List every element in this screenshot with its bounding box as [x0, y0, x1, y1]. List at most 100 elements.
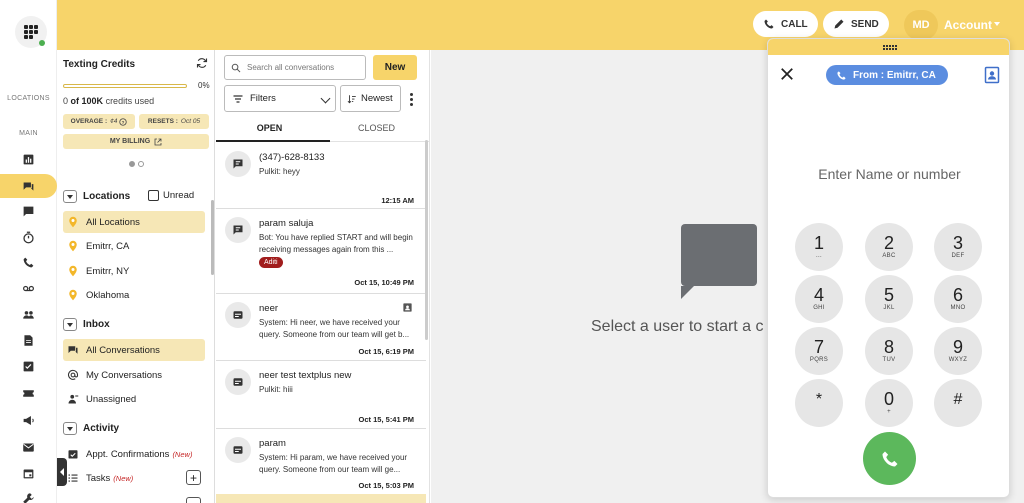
inbox-section-header[interactable]: Inbox	[63, 318, 110, 331]
timer-icon[interactable]	[22, 231, 35, 244]
voicemail-icon[interactable]	[22, 282, 35, 295]
help-icon[interactable]: ?	[119, 117, 128, 126]
dial-key-7[interactable]: 7 PQRS	[795, 327, 843, 375]
dial-key-2[interactable]: 2 ABC	[865, 223, 913, 271]
dial-key-4[interactable]: 4 GHI	[795, 275, 843, 323]
activity-item-tasks[interactable]: Tasks (New)	[63, 467, 205, 489]
activity-item-label: Tasks	[86, 472, 111, 484]
wrench-icon[interactable]	[22, 492, 35, 503]
people-icon[interactable]	[22, 308, 35, 321]
dial-key-hash[interactable]: #	[934, 379, 982, 427]
chevron-down-icon[interactable]	[63, 422, 77, 435]
contact-card-icon[interactable]	[402, 302, 413, 313]
filters-dropdown[interactable]: Filters	[224, 85, 336, 112]
credits-progress-bar	[63, 84, 187, 88]
conversation-time: Oct 15, 5:41 PM	[358, 415, 414, 424]
add-button-partial[interactable]	[186, 497, 201, 503]
my-billing-button[interactable]: MY BILLING	[63, 134, 209, 149]
dial-key-star[interactable]: *	[795, 379, 843, 427]
conversation-item[interactable]: (347)-628-8133 Pulkit: heyy 12:15 AM	[216, 143, 426, 209]
calendar-icon[interactable]	[22, 467, 35, 480]
dial-key-0[interactable]: 0 +	[865, 379, 913, 427]
nav-scrollbar[interactable]	[211, 200, 214, 275]
pager-dot[interactable]	[138, 161, 144, 167]
dial-key-letters: TUV	[882, 356, 896, 363]
dial-key-3[interactable]: 3 DEF	[934, 223, 982, 271]
inbox-item-unassigned[interactable]: Unassigned	[63, 388, 205, 410]
conversation-item[interactable]: param saluja Bot: You have replied START…	[216, 209, 426, 294]
conversations-scrollbar[interactable]	[425, 140, 428, 340]
credits-pager[interactable]	[129, 161, 144, 167]
phone-icon[interactable]	[22, 256, 35, 269]
selected-conversation-strip[interactable]	[216, 494, 426, 503]
conversation-item[interactable]: param System: Hi param, we have received…	[216, 429, 426, 495]
new-tag: (New)	[172, 449, 193, 459]
chevron-down-icon[interactable]	[63, 318, 77, 331]
activity-item-appt-confirmations[interactable]: Appt. Confirmations (New)	[63, 443, 205, 465]
megaphone-icon[interactable]	[22, 414, 35, 427]
close-icon[interactable]	[780, 67, 794, 81]
location-item-oklahoma[interactable]: Oklahoma	[63, 284, 205, 306]
message-icon[interactable]	[22, 205, 35, 218]
location-label: All Locations	[86, 216, 140, 228]
call-button[interactable]: CALL	[753, 11, 818, 37]
sort-dropdown[interactable]: Newest	[340, 85, 401, 112]
conversation-time: Oct 15, 5:03 PM	[358, 481, 414, 490]
document-icon[interactable]	[22, 334, 35, 347]
dial-key-9[interactable]: 9 WXYZ	[934, 327, 982, 375]
dial-key-5[interactable]: 5 JKL	[865, 275, 913, 323]
resets-chip: RESETS : Oct 05	[139, 114, 209, 129]
dial-key-8[interactable]: 8 TUV	[865, 327, 913, 375]
inbox-item-my-conversations[interactable]: My Conversations	[63, 364, 205, 386]
user-avatar[interactable]: MD	[904, 10, 938, 40]
chevron-down-icon[interactable]	[994, 22, 1000, 26]
conversation-item[interactable]: neer System: Hi neer, we have received y…	[216, 294, 426, 361]
dashboard-icon[interactable]	[22, 153, 35, 166]
pager-dot[interactable]	[129, 161, 135, 167]
inbox-item-label: My Conversations	[86, 369, 163, 381]
chat-icon[interactable]	[22, 180, 35, 193]
overage-chip: OVERAGE : ¢4 ?	[63, 114, 135, 129]
add-task-button[interactable]: +	[186, 470, 201, 485]
account-menu[interactable]: Account	[944, 18, 992, 32]
conversation-item[interactable]: neer test textplus new Pulkit: hiii Oct …	[216, 361, 426, 429]
dial-call-button[interactable]	[863, 432, 916, 485]
dial-key-6[interactable]: 6 MNO	[934, 275, 982, 323]
dial-number-input[interactable]	[788, 166, 991, 182]
location-item-emitrr-ca[interactable]: Emitrr, CA	[63, 235, 205, 257]
collapse-panel-handle[interactable]	[57, 458, 67, 486]
tab-open[interactable]: OPEN	[216, 123, 323, 133]
unread-checkbox[interactable]: Unread	[148, 190, 194, 201]
dial-key-letters: +	[887, 408, 891, 415]
tab-underline	[216, 140, 330, 142]
dial-key-1[interactable]: 1...	[795, 223, 843, 271]
search-box[interactable]	[224, 55, 366, 80]
chevron-down-icon[interactable]	[63, 190, 77, 203]
send-button-label: SEND	[851, 18, 879, 30]
app-logo[interactable]	[15, 16, 47, 48]
location-item-emitrr-ny[interactable]: Emitrr, NY	[63, 260, 205, 282]
sync-icon[interactable]	[196, 57, 208, 69]
locations-section-header[interactable]: Locations	[63, 190, 130, 203]
ticket-icon[interactable]	[22, 387, 35, 400]
activity-section-header[interactable]: Activity	[63, 422, 119, 435]
inbox-item-all-conversations[interactable]: All Conversations	[63, 339, 205, 361]
credits-used-text: 0 of 100K credits used	[63, 96, 154, 106]
contacts-book-icon[interactable]	[984, 66, 1000, 84]
mail-icon[interactable]	[22, 441, 35, 454]
new-conversation-button[interactable]: New	[373, 55, 417, 80]
from-number-selector[interactable]: From : Emitrr, CA	[826, 65, 948, 85]
tab-closed[interactable]: CLOSED	[323, 123, 430, 133]
more-options-icon[interactable]	[410, 93, 413, 108]
checkbox-icon[interactable]	[148, 190, 159, 201]
send-button[interactable]: SEND	[823, 11, 889, 37]
task-list-icon	[68, 474, 78, 482]
conversation-time: Oct 15, 6:19 PM	[358, 347, 414, 356]
checklist-icon[interactable]	[22, 360, 35, 373]
location-item-all[interactable]: All Locations	[63, 211, 205, 233]
search-icon	[231, 63, 241, 72]
credits-used-suffix: credits used	[105, 96, 155, 106]
dialer-drag-handle[interactable]	[768, 39, 1009, 55]
search-input[interactable]	[247, 63, 357, 72]
conversation-avatar	[225, 369, 251, 395]
